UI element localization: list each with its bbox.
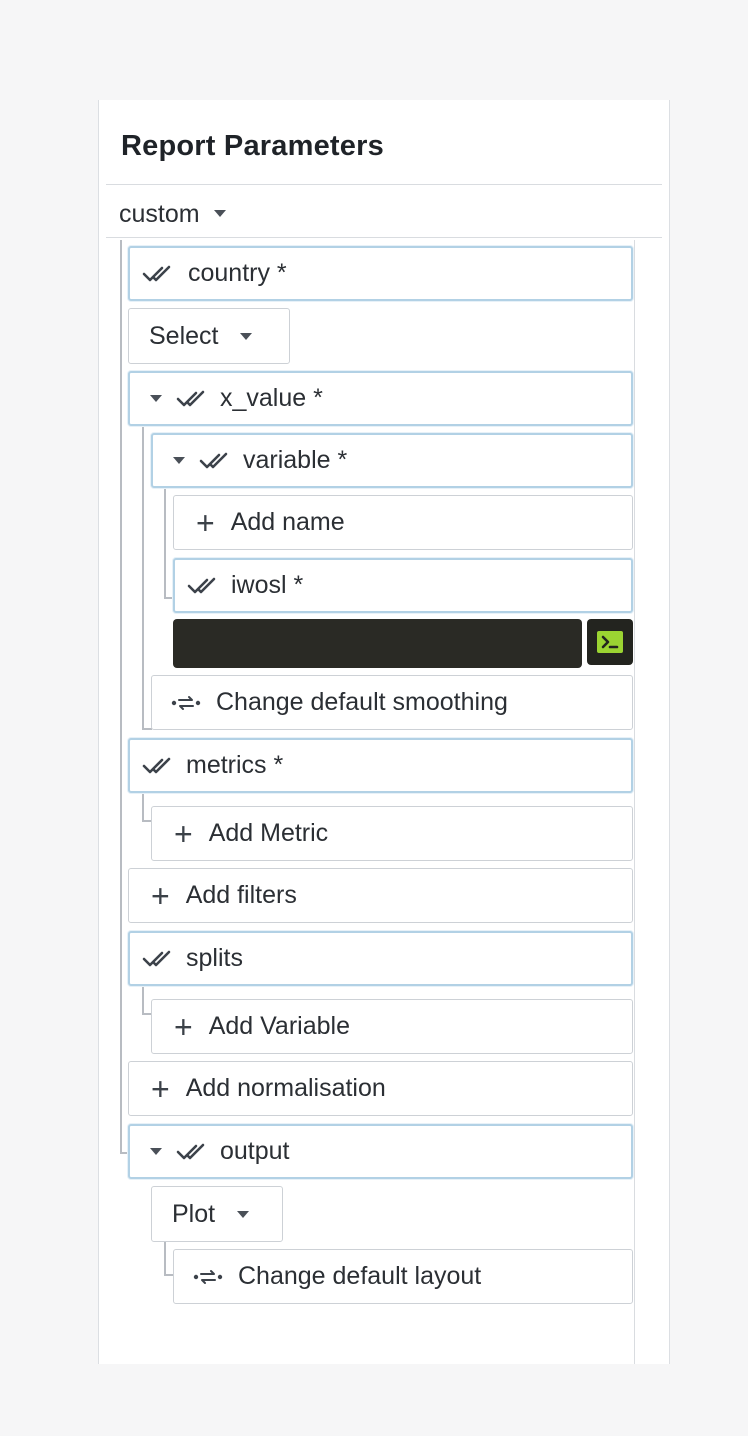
check-double-icon <box>176 389 208 409</box>
add-metric-button[interactable]: + Add Metric <box>151 806 633 861</box>
preset-value: custom <box>119 200 200 228</box>
plus-icon: + <box>151 877 170 914</box>
preset-divider <box>106 237 662 238</box>
select-value: Plot <box>172 1199 216 1228</box>
select-value: Select <box>149 321 219 350</box>
check-double-icon <box>176 1142 208 1162</box>
tree-line <box>142 792 144 822</box>
scrollbar-track[interactable] <box>634 240 635 1364</box>
tree-line <box>120 240 122 1154</box>
param-label: iwosl * <box>231 571 304 599</box>
button-label: Add name <box>230 508 345 536</box>
tree-line <box>164 487 166 599</box>
param-country[interactable]: country * <box>128 246 633 301</box>
param-output[interactable]: output <box>128 1124 633 1179</box>
add-normalisation-button[interactable]: + Add normalisation <box>128 1061 633 1116</box>
check-double-icon <box>187 576 219 596</box>
button-label: Add filters <box>185 881 297 909</box>
chevron-down-icon[interactable] <box>150 1148 162 1155</box>
tree-line <box>142 985 144 1015</box>
button-label: Change default layout <box>238 1262 482 1290</box>
button-label: Add Variable <box>208 1012 350 1040</box>
iwosl-code-input[interactable] <box>173 619 582 668</box>
plus-icon: + <box>151 1070 170 1107</box>
preset-dropdown[interactable]: custom <box>119 200 226 229</box>
plus-icon: + <box>174 1008 193 1045</box>
add-name-button[interactable]: + Add name <box>173 495 633 550</box>
chevron-down-icon[interactable] <box>173 457 185 464</box>
param-variable[interactable]: variable * <box>151 433 633 488</box>
terminal-icon <box>595 629 625 655</box>
swap-arrows-icon <box>170 693 202 713</box>
param-splits[interactable]: splits <box>128 931 633 986</box>
header-divider <box>106 184 662 185</box>
param-metrics[interactable]: metrics * <box>128 738 633 793</box>
button-label: Add normalisation <box>185 1074 386 1102</box>
check-double-icon <box>199 451 231 471</box>
change-layout-button[interactable]: Change default layout <box>173 1249 633 1304</box>
chevron-down-icon[interactable] <box>150 395 162 402</box>
swap-arrows-icon <box>192 1267 224 1287</box>
check-double-icon <box>142 756 174 776</box>
param-label: metrics * <box>186 751 284 779</box>
check-double-icon <box>142 264 174 284</box>
output-select[interactable]: Plot <box>151 1186 283 1242</box>
param-label: output <box>220 1137 290 1165</box>
change-smoothing-button[interactable]: Change default smoothing <box>151 675 633 730</box>
open-code-editor-button[interactable] <box>587 619 633 665</box>
chevron-down-icon <box>240 332 253 340</box>
param-iwosl[interactable]: iwosl * <box>173 558 633 613</box>
button-label: Change default smoothing <box>216 688 508 716</box>
tree-line <box>142 425 144 730</box>
panel-title: Report Parameters <box>121 130 384 162</box>
plus-icon: + <box>174 815 193 852</box>
add-filters-button[interactable]: + Add filters <box>128 868 633 923</box>
param-label: x_value * <box>220 384 323 412</box>
param-label: country * <box>188 259 287 287</box>
add-variable-button[interactable]: + Add Variable <box>151 999 633 1054</box>
param-x-value[interactable]: x_value * <box>128 371 633 426</box>
country-select[interactable]: Select <box>128 308 290 364</box>
param-label: splits <box>186 944 243 972</box>
param-label: variable * <box>243 446 348 474</box>
chevron-down-icon <box>213 209 226 217</box>
tree-line <box>164 1240 166 1276</box>
chevron-down-icon <box>237 1210 250 1218</box>
button-label: Add Metric <box>208 819 329 847</box>
plus-icon: + <box>196 504 215 541</box>
check-double-icon <box>142 949 174 969</box>
